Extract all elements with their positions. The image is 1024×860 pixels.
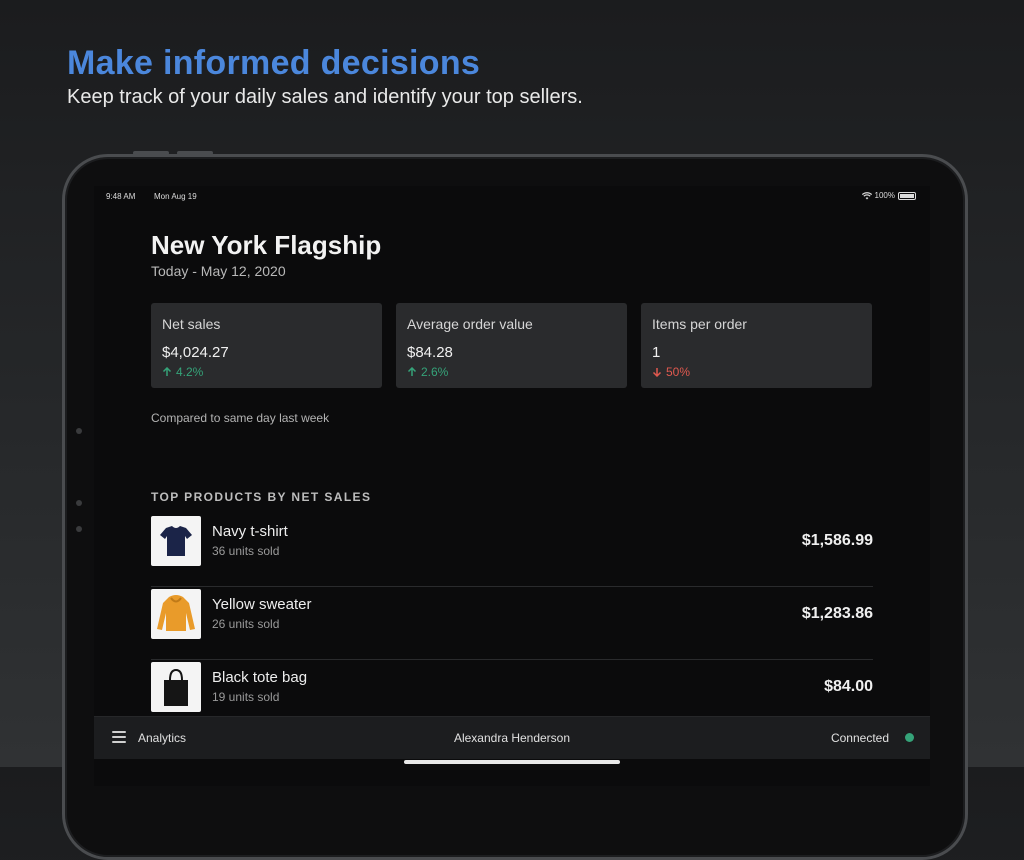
metric-label: Items per order (652, 316, 747, 332)
promo-subtitle: Keep track of your daily sales and ident… (67, 86, 583, 108)
connected-status-dot-icon (905, 733, 914, 742)
store-title: New York Flagship (151, 230, 382, 260)
metric-change: 2.6% (407, 365, 448, 379)
device-side-dot (76, 428, 82, 434)
battery-icon (898, 191, 916, 200)
home-indicator[interactable] (404, 760, 620, 764)
metric-value: $4,024.27 (162, 344, 229, 361)
status-time: 9:48 AM (106, 192, 136, 201)
product-name: Navy t-shirt (212, 523, 288, 540)
product-units: 26 units sold (212, 617, 280, 631)
black-tote-bag-image (151, 662, 201, 712)
product-amount: $84.00 (824, 678, 873, 695)
metric-value: 1 (652, 344, 661, 361)
status-right: 100% (861, 191, 916, 200)
device-side-dot (76, 500, 82, 506)
metric-change: 4.2% (162, 365, 203, 379)
date-range[interactable]: Today - May 12, 2020 (151, 263, 286, 279)
current-user[interactable]: Alexandra Henderson (94, 731, 930, 745)
product-row[interactable]: Yellow sweater 26 units sold $1,283.86 (151, 588, 873, 660)
product-row[interactable]: Navy t-shirt 36 units sold $1,586.99 (151, 515, 873, 587)
navy-tshirt-image (151, 516, 201, 566)
bottom-bar: Analytics Alexandra Henderson Connected (94, 716, 930, 759)
product-name: Yellow sweater (212, 596, 312, 613)
metric-change: 50% (652, 365, 690, 379)
promo-title: Make informed decisions (67, 44, 481, 82)
app-screen: 9:48 AM Mon Aug 19 100% New York Flagshi… (94, 186, 930, 786)
metric-card-net-sales[interactable]: Net sales $4,024.27 4.2% (151, 303, 382, 388)
compare-note: Compared to same day last week (151, 411, 330, 425)
product-units: 19 units sold (212, 690, 280, 704)
battery-percent: 100% (874, 191, 895, 200)
arrow-up-icon (162, 367, 172, 376)
metric-change-value: 50% (666, 365, 691, 379)
status-date: Mon Aug 19 (154, 192, 197, 201)
metric-value: $84.28 (407, 344, 453, 361)
device-side-dot (76, 526, 82, 532)
yellow-sweater-image (151, 589, 201, 639)
metric-card-average-order-value[interactable]: Average order value $84.28 2.6% (396, 303, 627, 388)
arrow-up-icon (407, 367, 417, 376)
wifi-icon (861, 191, 872, 199)
arrow-down-icon (652, 368, 662, 377)
metric-card-items-per-order[interactable]: Items per order 1 50% (641, 303, 872, 388)
product-amount: $1,586.99 (801, 532, 873, 549)
metric-change-value: 4.2% (176, 365, 204, 379)
connection-status[interactable]: Connected (831, 731, 889, 745)
top-products-heading: TOP PRODUCTS BY NET SALES (151, 490, 372, 504)
status-bar: 9:48 AM Mon Aug 19 100% (94, 186, 930, 206)
product-units: 36 units sold (212, 544, 280, 558)
metric-change-value: 2.6% (421, 365, 449, 379)
product-name: Black tote bag (212, 669, 308, 686)
metric-label: Average order value (407, 316, 533, 332)
metric-label: Net sales (162, 316, 221, 332)
product-amount: $1,283.86 (801, 605, 873, 622)
